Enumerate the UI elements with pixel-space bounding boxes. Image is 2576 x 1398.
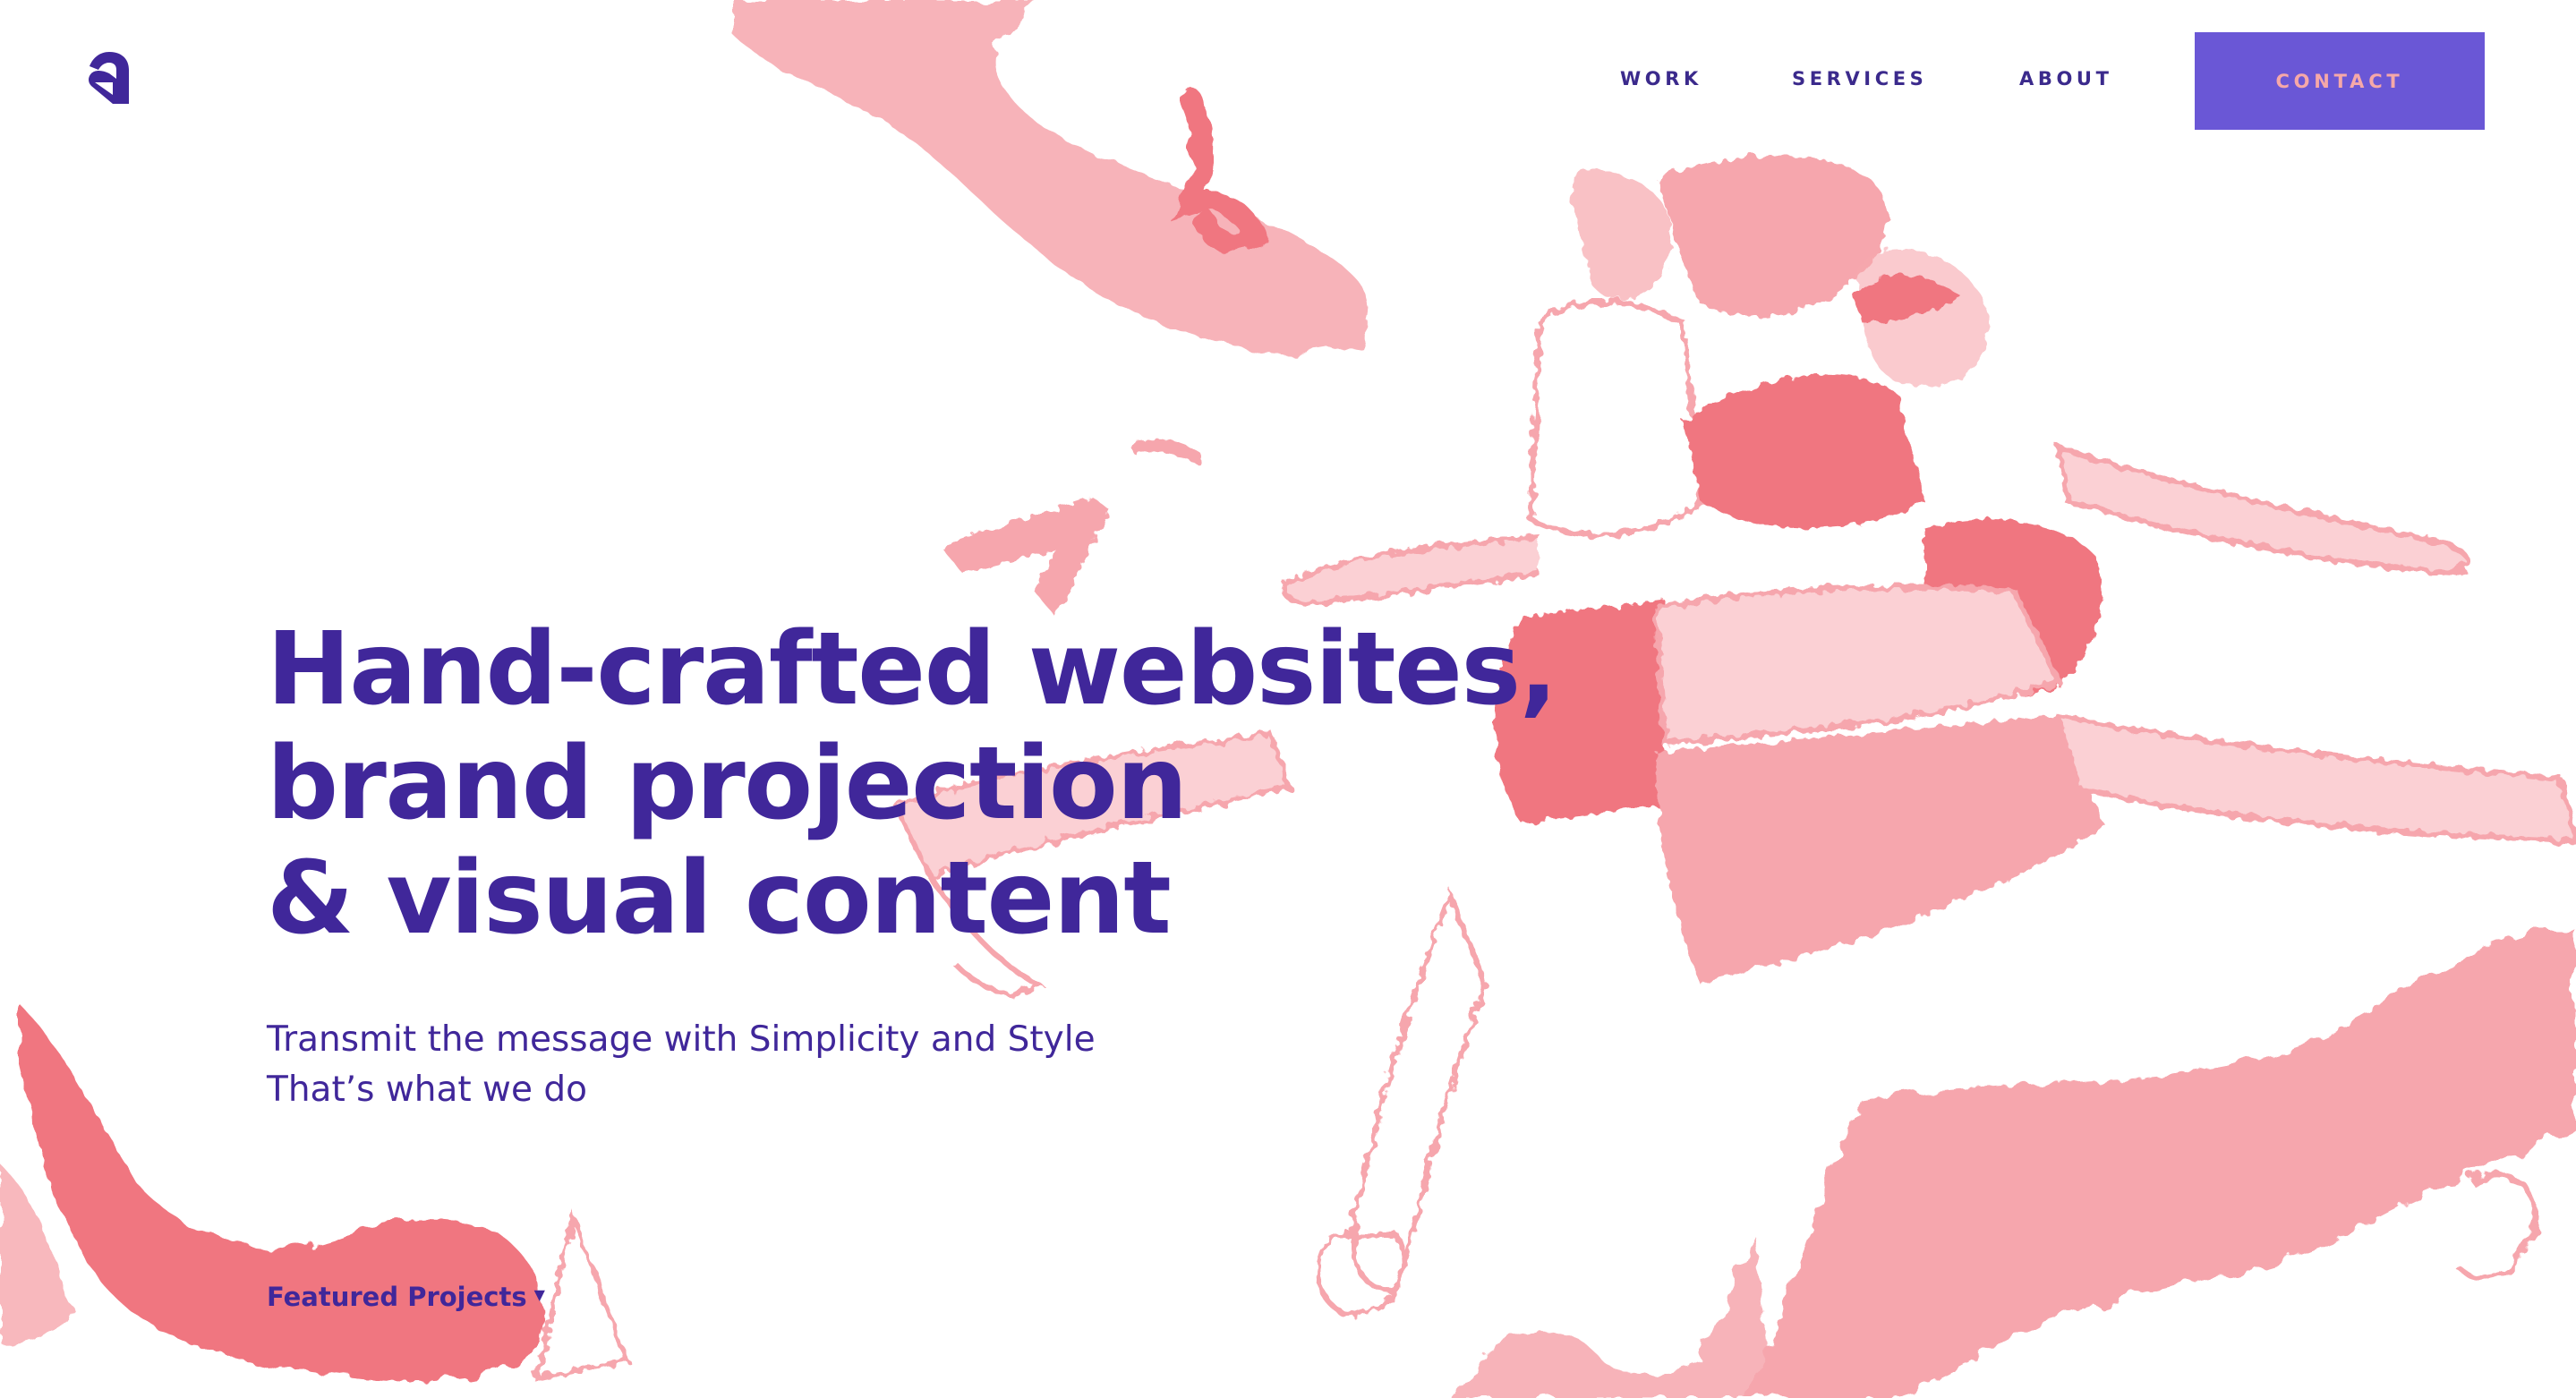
triangle-doodle bbox=[533, 1209, 630, 1382]
caret-down-icon: ▼ bbox=[533, 1285, 545, 1303]
nav-work-link[interactable]: WORK bbox=[1620, 68, 1702, 90]
featured-projects-link[interactable]: Featured Projects ▼ bbox=[267, 1282, 545, 1312]
hero-title-line: & visual content bbox=[267, 840, 1172, 957]
hero-subtitle: Transmit the message with Simplicity and… bbox=[267, 1015, 1096, 1115]
hero-title-line: Hand-crafted websites, bbox=[267, 611, 1557, 728]
hero-title-line: brand projection bbox=[267, 726, 1188, 842]
hero-subtitle-line: That’s what we do bbox=[267, 1070, 587, 1110]
contact-button-label: CONTACT bbox=[2275, 70, 2404, 92]
featured-projects-label: Featured Projects bbox=[267, 1282, 527, 1312]
hero-subtitle-line: Transmit the message with Simplicity and… bbox=[267, 1019, 1096, 1060]
studio-logo-icon[interactable] bbox=[82, 47, 136, 109]
nav-about-link[interactable]: ABOUT bbox=[2019, 68, 2113, 90]
hero-title: Hand-crafted websites, brand projection … bbox=[267, 612, 1557, 956]
bottom-right-brush bbox=[1450, 931, 2576, 1398]
nav-services-link[interactable]: SERVICES bbox=[1792, 68, 1927, 90]
top-brush-stroke bbox=[734, 0, 1372, 355]
landing-page: WORK SERVICES ABOUT CONTACT Hand-crafted… bbox=[0, 0, 2576, 1398]
contact-button[interactable]: CONTACT bbox=[2195, 32, 2485, 130]
brush-arrow bbox=[940, 439, 1201, 618]
